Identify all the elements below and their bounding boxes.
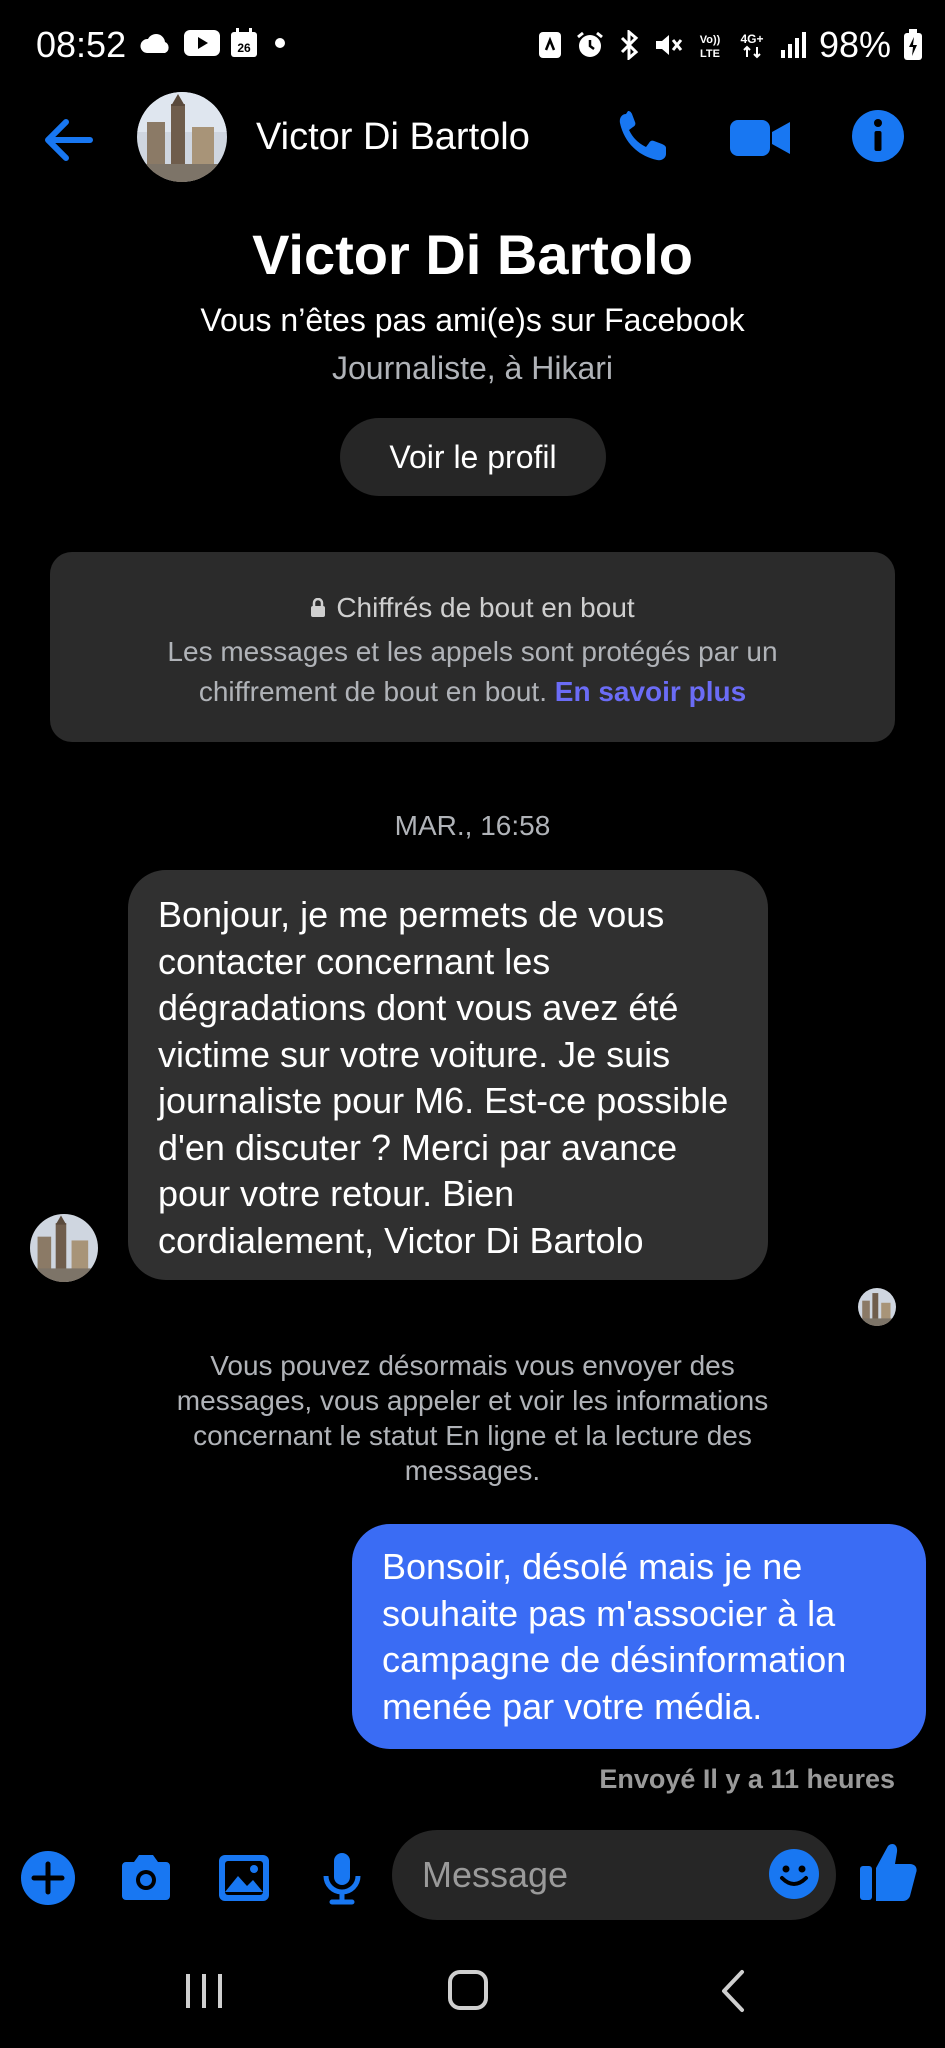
thumbs-up-icon[interactable]: [858, 1840, 918, 1904]
video-camera-icon[interactable]: [728, 110, 792, 166]
battery-percentage: 98%: [818, 24, 891, 65]
outgoing-message-bubble[interactable]: Bonsoir, désolé mais je ne souhaite pas …: [352, 1524, 926, 1749]
alarm-icon: [577, 31, 603, 57]
emoji-icon[interactable]: [768, 1848, 820, 1900]
recents-icon[interactable]: [174, 1966, 234, 2016]
incoming-message-bubble[interactable]: Bonjour, je me permets de vous contacter…: [128, 870, 768, 1280]
info-icon[interactable]: [850, 108, 906, 164]
phone-icon[interactable]: [612, 108, 672, 168]
sender-avatar[interactable]: [30, 1214, 98, 1282]
encryption-title-text: Chiffrés de bout en bout: [336, 592, 635, 623]
encryption-title: Chiffrés de bout en bout: [50, 592, 895, 624]
4g-icon: 4G+: [740, 32, 763, 59]
nav-back-icon[interactable]: [704, 1966, 764, 2016]
mute-icon: [655, 35, 683, 55]
youtube-icon: [184, 30, 220, 56]
camera-icon[interactable]: [118, 1850, 174, 1906]
friend-status: Vous n’êtes pas ami(e)s sur Facebook: [200, 302, 745, 338]
status-right-icons: Vo)) LTE 4G+ 98%: [537, 24, 923, 66]
profile-name: Victor Di Bartolo: [252, 223, 693, 286]
avatar-photo: [137, 92, 227, 182]
signal-icon: [780, 32, 806, 58]
status-time: 08:52: [36, 24, 127, 65]
svg-text:Vo)): Vo)): [700, 34, 721, 46]
back-arrow-icon[interactable]: [40, 112, 96, 168]
message-placeholder: Message: [422, 1854, 569, 1895]
status-left-icons: 26: [138, 28, 292, 58]
system-note: Vous pouvez désormais vous envoyer des m…: [176, 1350, 769, 1486]
lock-icon: [311, 598, 326, 617]
bluetooth-icon: [620, 30, 639, 60]
message-composer: Message: [0, 1830, 945, 1920]
dot-icon: [275, 38, 285, 48]
nfc-icon: [538, 32, 561, 58]
svg-text:LTE: LTE: [700, 48, 720, 60]
plus-icon[interactable]: [20, 1850, 76, 1906]
sender-avatar-photo: [30, 1214, 98, 1282]
battery-icon: [904, 29, 922, 60]
message-input[interactable]: Message: [392, 1830, 836, 1920]
view-profile-button[interactable]: Voir le profil: [340, 418, 606, 496]
svg-text:26: 26: [237, 41, 251, 55]
status-bar: 08:52 26 Vo)) LTE 4G+ 98%: [0, 0, 945, 90]
image-icon[interactable]: [216, 1850, 272, 1906]
cloud-icon: [140, 34, 169, 53]
calendar-icon: 26: [231, 28, 257, 57]
read-receipt-photo: [858, 1288, 896, 1326]
sent-status: Envoyé Il y a 11 heures: [599, 1764, 895, 1794]
profile-job: Journaliste, à Hikari: [332, 350, 613, 386]
learn-more-link[interactable]: En savoir plus: [555, 676, 746, 707]
conversation-header: Victor Di Bartolo: [0, 90, 945, 190]
home-icon[interactable]: [438, 1966, 498, 2016]
microphone-icon[interactable]: [314, 1850, 370, 1906]
message-timestamp: MAR., 16:58: [394, 810, 551, 841]
system-navigation-bar: [0, 1940, 945, 2048]
volte-icon: Vo)) LTE: [700, 34, 721, 60]
header-contact-name[interactable]: Victor Di Bartolo: [256, 116, 530, 159]
encryption-notice: Chiffrés de bout en bout Les messages et…: [50, 552, 895, 742]
encryption-body: Les messages et les appels sont protégés…: [110, 632, 835, 712]
read-receipt-avatar: [858, 1288, 896, 1326]
svg-text:4G+: 4G+: [740, 32, 763, 46]
avatar[interactable]: [137, 92, 227, 182]
